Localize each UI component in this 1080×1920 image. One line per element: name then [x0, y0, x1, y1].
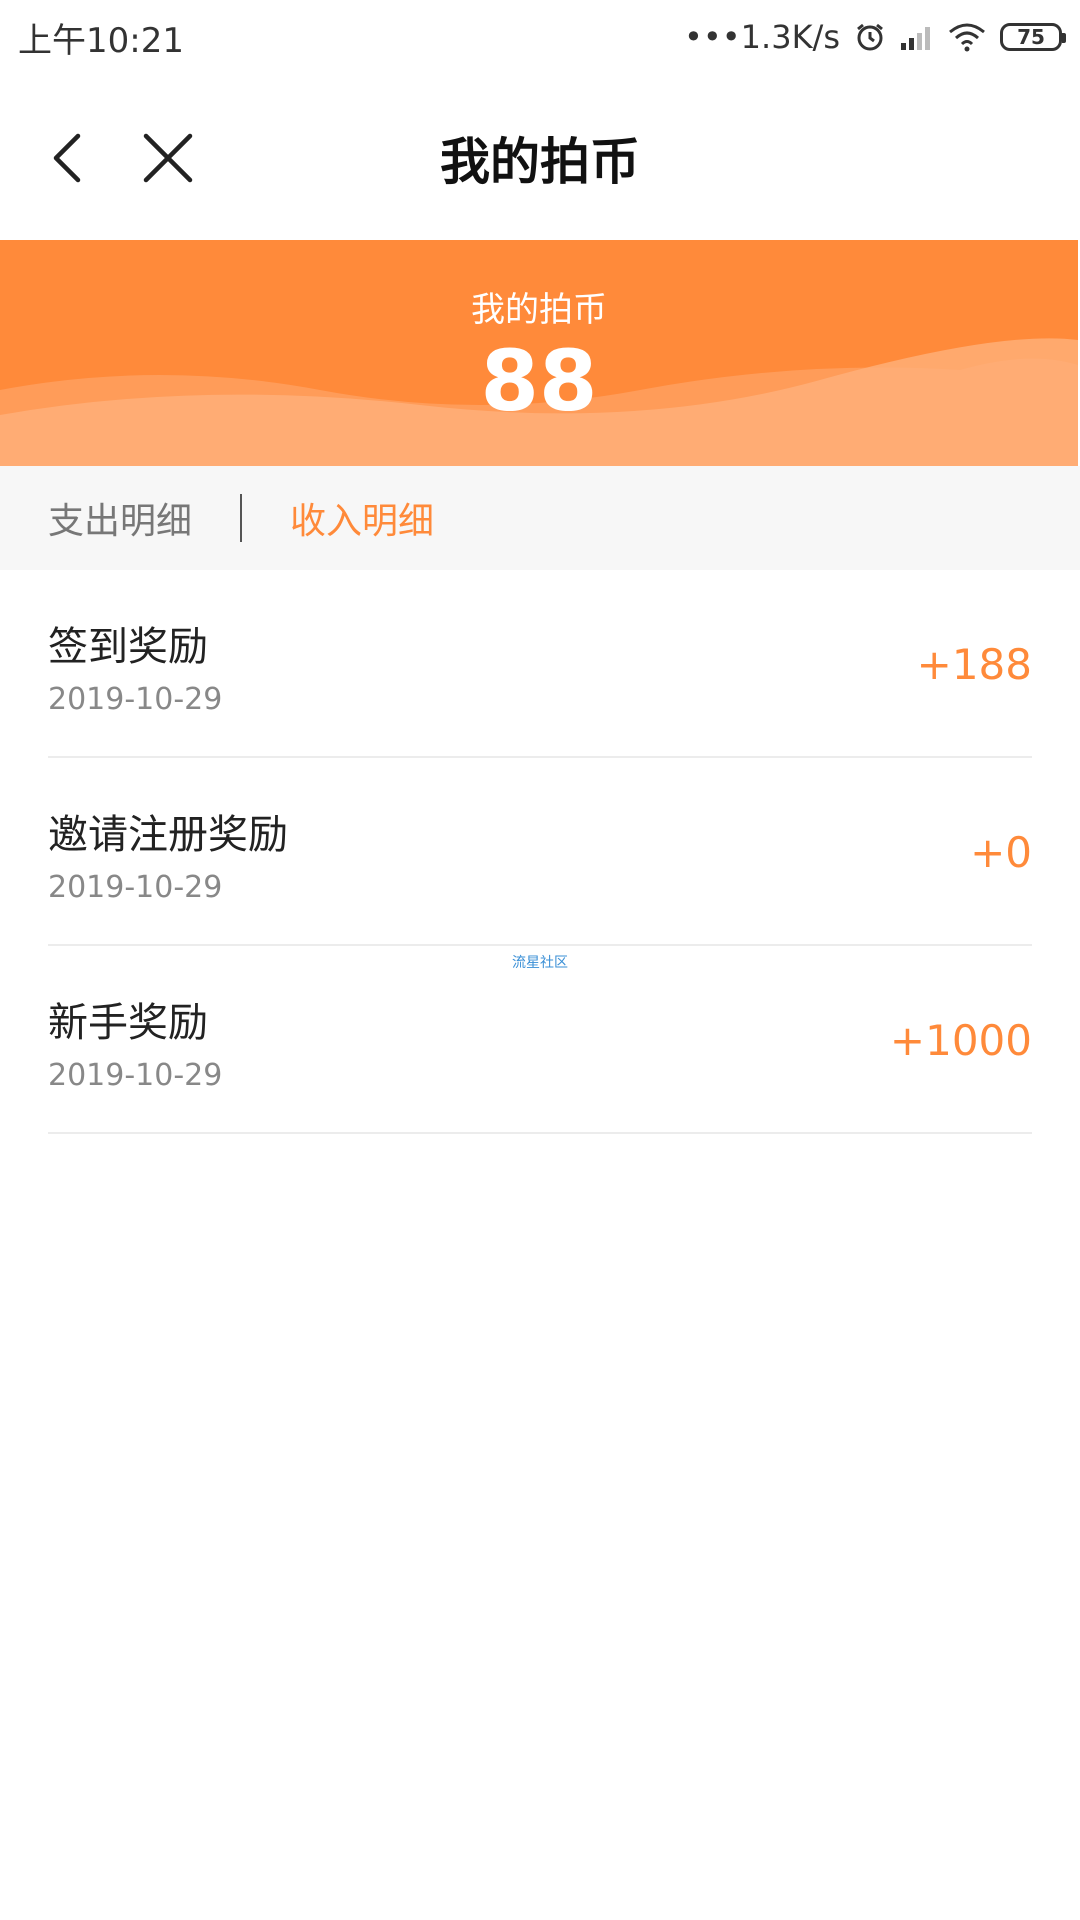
record-date: 2019-10-29 — [48, 682, 223, 717]
wifi-icon — [948, 22, 986, 52]
balance-value: 88 — [480, 332, 598, 430]
status-time: 上午10:21 — [18, 20, 184, 61]
page: 上午10:21 •••1.3K/s 75 我的拍币 我的拍币 88 支出明细 收… — [0, 0, 1080, 1920]
record-date: 2019-10-29 — [48, 1058, 223, 1093]
list-item: 签到奖励 2019-10-29 +188 — [48, 570, 1032, 758]
status-bar: 上午10:21 •••1.3K/s 75 — [0, 0, 1080, 74]
detail-tabs: 支出明细 收入明细 — [0, 466, 1080, 570]
record-amount: +188 — [916, 640, 1032, 689]
income-list: 签到奖励 2019-10-29 +188 邀请注册奖励 2019-10-29 +… — [48, 570, 1032, 1134]
status-icons: •••1.3K/s 75 — [684, 18, 1066, 56]
record-title: 新手奖励 — [48, 1000, 208, 1046]
alarm-icon — [854, 21, 886, 53]
record-title: 邀请注册奖励 — [48, 812, 288, 858]
record-amount: +1000 — [889, 1016, 1032, 1065]
balance-label: 我的拍币 — [471, 290, 607, 330]
network-speed: •••1.3K/s — [684, 18, 840, 56]
watermark: 流星社区 — [512, 955, 568, 971]
page-title: 我的拍币 — [440, 133, 640, 191]
record-date: 2019-10-29 — [48, 870, 223, 905]
nav-bar: 我的拍币 — [0, 74, 1080, 240]
list-item: 新手奖励 2019-10-29 +1000 — [48, 946, 1032, 1134]
signal-icon — [900, 23, 934, 51]
battery-icon: 75 — [1000, 23, 1066, 51]
record-amount: +0 — [970, 828, 1032, 877]
tab-income-detail[interactable]: 收入明细 — [242, 492, 482, 544]
balance-banner: 我的拍币 88 — [0, 240, 1078, 466]
list-item: 邀请注册奖励 2019-10-29 +0 — [48, 758, 1032, 946]
tab-expense-detail[interactable]: 支出明细 — [0, 492, 240, 544]
record-title: 签到奖励 — [48, 624, 208, 670]
